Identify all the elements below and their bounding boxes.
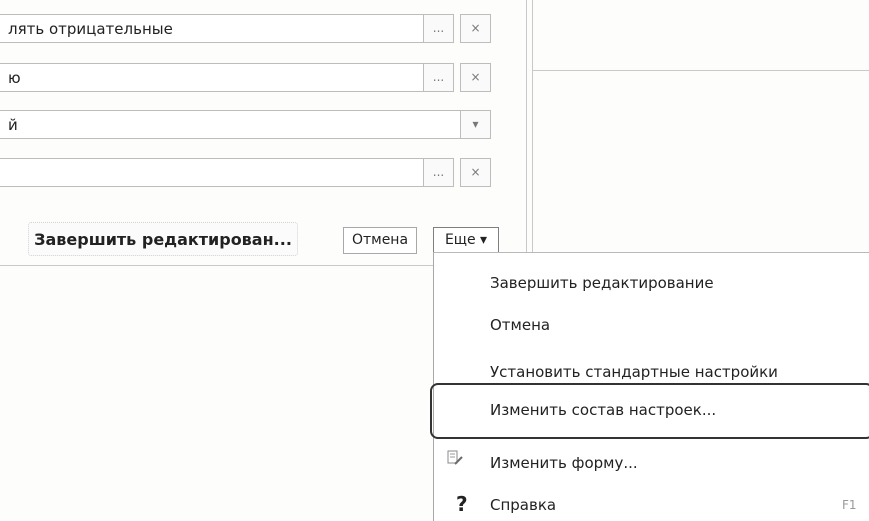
dropdown-button-3[interactable]: ▾ bbox=[460, 110, 491, 139]
setting-field-1-value: лять отрицательные bbox=[8, 20, 173, 38]
menu-item-restore-defaults[interactable]: Установить стандартные настройки bbox=[490, 363, 778, 381]
panel-divider-left bbox=[526, 0, 527, 260]
setting-field-3-value: й bbox=[8, 116, 18, 134]
menu-item-cancel[interactable]: Отмена bbox=[490, 316, 550, 334]
clear-button-4[interactable]: × bbox=[460, 158, 491, 187]
setting-field-3[interactable]: й bbox=[0, 110, 464, 139]
setting-field-4[interactable] bbox=[0, 158, 427, 187]
menu-item-change-form[interactable]: Изменить форму... bbox=[490, 454, 638, 472]
form-edit-icon bbox=[447, 449, 463, 467]
menu-item-help[interactable]: Справка bbox=[490, 496, 556, 514]
setting-field-2[interactable]: ю bbox=[0, 63, 427, 92]
more-dropdown-menu: Завершить редактирование Отмена Установи… bbox=[430, 252, 869, 521]
clear-button-2[interactable]: × bbox=[460, 63, 491, 92]
menu-item-finish-editing[interactable]: Завершить редактирование bbox=[490, 274, 714, 292]
select-button-1[interactable]: ... bbox=[423, 14, 454, 43]
finish-editing-button[interactable]: Завершить редактирован... bbox=[28, 222, 298, 256]
setting-field-2-value: ю bbox=[8, 69, 21, 87]
more-button[interactable]: Еще ▾ bbox=[433, 227, 499, 254]
select-button-4[interactable]: ... bbox=[423, 158, 454, 187]
right-panel-divider bbox=[533, 70, 869, 71]
form-bottom-divider bbox=[0, 265, 433, 266]
menu-item-change-settings[interactable]: Изменить состав настроек... bbox=[490, 401, 716, 419]
select-button-2[interactable]: ... bbox=[423, 63, 454, 92]
help-icon: ? bbox=[456, 492, 468, 516]
panel-divider-right bbox=[532, 0, 533, 260]
help-shortcut: F1 bbox=[842, 498, 857, 512]
cancel-button[interactable]: Отмена bbox=[343, 227, 417, 254]
setting-field-1[interactable]: лять отрицательные bbox=[0, 14, 427, 43]
clear-button-1[interactable]: × bbox=[460, 14, 491, 43]
